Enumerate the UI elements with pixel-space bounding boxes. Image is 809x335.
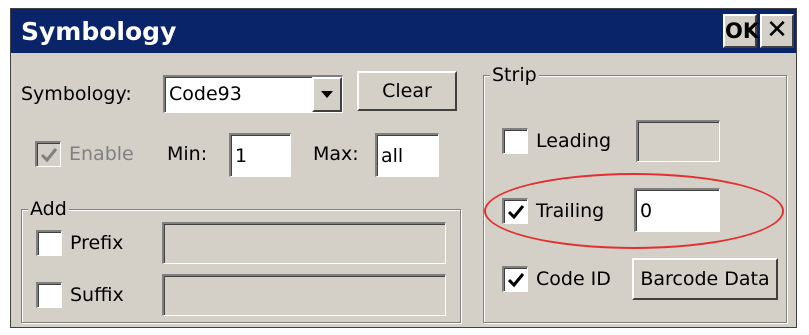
trailing-checkbox[interactable] [502,198,528,224]
suffix-input[interactable] [162,274,446,316]
close-button[interactable]: ✕ [760,14,794,48]
max-input[interactable]: all [375,133,439,177]
close-icon: ✕ [766,15,788,45]
trailing-input[interactable]: 0 [634,188,720,232]
suffix-label: Suffix [70,284,124,306]
window-title: Symbology [21,17,177,46]
strip-group-title: Strip [490,64,539,86]
checkmark-icon [507,205,525,220]
prefix-input[interactable] [162,222,446,264]
checkmark-icon [507,273,525,288]
prefix-label: Prefix [70,232,124,254]
enable-checkbox[interactable] [35,141,61,167]
min-input[interactable]: 1 [229,133,291,177]
barcode-data-button[interactable]: Barcode Data [632,258,778,300]
checkmark-icon [40,148,58,163]
enable-label: Enable [69,143,134,165]
leading-label: Leading [536,130,612,152]
ok-button[interactable]: OK [723,14,759,48]
clear-button[interactable]: Clear [357,71,457,111]
symbology-dialog: Symbology OK ✕ Symbology: Code93 Clear E… [10,8,797,328]
title-bar: Symbology OK ✕ [11,9,796,53]
leading-checkbox[interactable] [502,128,528,154]
max-label: Max: [313,143,359,165]
strip-groupbox: Strip Leading Trailing 0 Code ID Barcode… [483,64,787,323]
leading-input[interactable] [636,120,720,162]
dropdown-button[interactable] [312,77,342,112]
code-id-checkbox[interactable] [502,266,528,292]
trailing-label: Trailing [536,200,605,222]
min-label: Min: [167,143,208,165]
symbology-label: Symbology: [21,83,132,105]
suffix-checkbox[interactable] [36,282,62,308]
add-group-title: Add [28,198,69,220]
symbology-select[interactable]: Code93 [163,75,343,113]
prefix-checkbox[interactable] [36,230,62,256]
add-groupbox: Add Prefix Suffix [21,198,461,323]
symbology-selected-value: Code93 [169,83,242,105]
code-id-label: Code ID [536,268,611,290]
chevron-down-icon [321,91,333,98]
